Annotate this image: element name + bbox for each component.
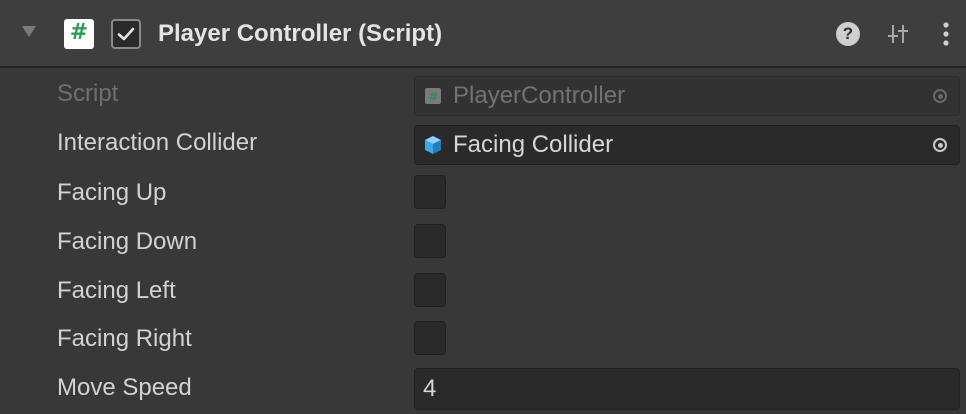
field-row-facing-up: Facing Up [0, 169, 966, 217]
field-label-facing-down: Facing Down [57, 228, 198, 255]
component-title: Player Controller (Script) [158, 20, 443, 47]
facing-right-checkbox[interactable] [414, 321, 446, 355]
object-picker-icon [921, 77, 959, 115]
field-row-script: Script # PlayerController [0, 70, 966, 118]
facing-left-checkbox[interactable] [414, 273, 446, 307]
field-label-facing-up: Facing Up [57, 179, 167, 206]
help-icon[interactable]: ? [834, 20, 862, 48]
field-label-move-speed: Move Speed [57, 374, 192, 401]
field-row-facing-down: Facing Down [0, 218, 966, 266]
svg-text:#: # [428, 90, 438, 104]
field-label-script: Script [57, 80, 119, 107]
field-row-facing-right: Facing Right [0, 315, 966, 363]
foldout-arrow-icon[interactable] [22, 26, 36, 37]
inspector-component-panel: # Player Controller (Script) ? Script # … [0, 0, 966, 414]
script-object-field: # PlayerController [414, 76, 960, 116]
field-label-facing-right: Facing Right [57, 325, 192, 352]
field-label-facing-left: Facing Left [57, 277, 176, 304]
csharp-script-icon: # [64, 19, 94, 49]
field-row-move-speed: Move Speed 4 [0, 364, 966, 412]
interaction-collider-value: Facing Collider [453, 131, 614, 158]
field-label-interaction-collider: Interaction Collider [57, 129, 258, 156]
kebab-menu-icon[interactable] [932, 20, 960, 48]
facing-down-checkbox[interactable] [414, 224, 446, 258]
component-header[interactable]: # Player Controller (Script) ? [0, 0, 966, 68]
move-speed-input[interactable]: 4 [414, 368, 960, 410]
interaction-collider-object-field[interactable]: Facing Collider [414, 125, 960, 165]
script-field-value: PlayerController [453, 82, 626, 109]
presets-icon[interactable] [884, 20, 912, 48]
field-row-facing-left: Facing Left [0, 267, 966, 315]
move-speed-value: 4 [423, 375, 437, 402]
script-asset-icon: # [425, 88, 441, 104]
field-row-interaction-collider: Interaction Collider Facing Collider [0, 119, 966, 167]
component-enabled-checkbox[interactable] [111, 19, 141, 49]
checkmark-icon [117, 27, 135, 41]
gameobject-cube-icon [425, 136, 441, 154]
object-picker-icon[interactable] [921, 126, 959, 164]
facing-up-checkbox[interactable] [414, 175, 446, 209]
